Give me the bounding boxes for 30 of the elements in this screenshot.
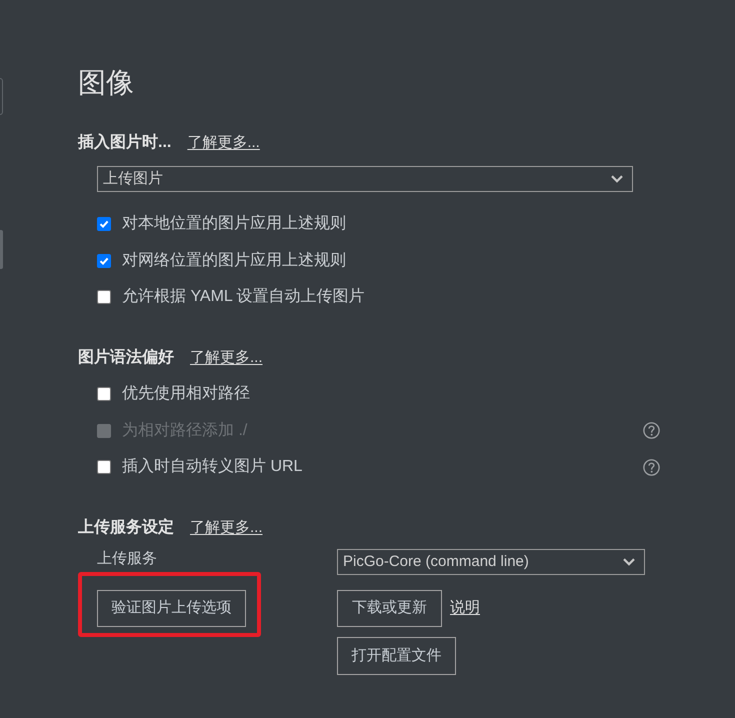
checkbox-label: 对网络位置的图片应用上述规则: [122, 250, 346, 271]
checkbox[interactable]: [97, 254, 111, 268]
section-heading: 插入图片时...: [78, 132, 172, 153]
learn-more-link[interactable]: 了解更多...: [187, 132, 260, 154]
verify-button[interactable]: 验证图片上传选项: [97, 590, 246, 627]
checkbox-label: 优先使用相对路径: [122, 384, 250, 404]
checkbox[interactable]: [97, 290, 111, 304]
checkbox-label: 插入时自动转义图片 URL: [122, 456, 302, 478]
checkbox[interactable]: [97, 387, 111, 402]
panel-edge: [0, 230, 3, 269]
field-label: 上传服务: [97, 548, 157, 569]
docs-link[interactable]: 说明: [450, 597, 480, 620]
dropdown-select[interactable]: 上传图片: [97, 166, 633, 192]
checkbox[interactable]: [97, 217, 111, 232]
page-title: 图像: [78, 66, 134, 100]
learn-more-link[interactable]: 了解更多...: [190, 346, 263, 370]
panel-edge: [0, 78, 3, 115]
help-icon[interactable]: [643, 458, 660, 476]
checkbox[interactable]: [97, 460, 111, 474]
chevron-down-icon: [623, 558, 635, 566]
open-config-button[interactable]: 打开配置文件: [337, 637, 456, 675]
section-heading: 上传服务设定: [78, 517, 174, 538]
learn-more-link[interactable]: 了解更多...: [190, 516, 263, 540]
section-heading: 图片语法偏好: [78, 348, 174, 368]
checkbox-label: 为相对路径添加 ./: [122, 420, 248, 441]
dropdown-select[interactable]: PicGo-Core (command line): [337, 549, 645, 575]
download-button[interactable]: 下载或更新: [337, 590, 442, 627]
checkbox-label: 对本地位置的图片应用上述规则: [122, 214, 346, 234]
checkbox-label: 允许根据 YAML 设置自动上传图片: [122, 286, 365, 308]
chevron-down-icon: [611, 175, 623, 183]
